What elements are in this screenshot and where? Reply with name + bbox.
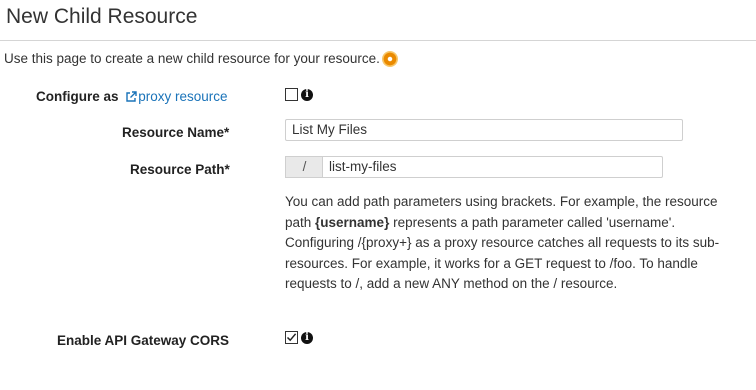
proxy-checkbox[interactable] bbox=[285, 88, 298, 101]
proxy-label-prefix: Configure as bbox=[36, 89, 123, 104]
external-link-icon bbox=[126, 91, 137, 102]
proxy-label: Configure as proxy resource bbox=[36, 89, 228, 104]
resource-name-label: Resource Name* bbox=[122, 125, 230, 140]
proxy-resource-link[interactable]: proxy resource bbox=[122, 89, 228, 104]
checkmark-icon bbox=[286, 333, 297, 342]
resource-path-prefix: / bbox=[285, 156, 323, 178]
intro-text-row: Use this page to create a new child reso… bbox=[4, 51, 397, 66]
page-title: New Child Resource bbox=[6, 5, 198, 28]
cors-checkbox[interactable] bbox=[285, 331, 298, 344]
help-dot-icon[interactable] bbox=[382, 51, 397, 66]
proxy-info-icon[interactable]: i bbox=[301, 89, 313, 101]
title-divider bbox=[0, 40, 756, 41]
resource-name-input[interactable]: List My Files bbox=[285, 119, 683, 141]
help-text-param: {username} bbox=[315, 214, 390, 230]
intro-text: Use this page to create a new child reso… bbox=[4, 51, 380, 66]
resource-path-label: Resource Path* bbox=[130, 162, 230, 177]
cors-label: Enable API Gateway CORS bbox=[57, 333, 230, 348]
cors-info-icon[interactable]: i bbox=[301, 332, 313, 344]
resource-path-help-text: You can add path parameters using bracke… bbox=[285, 192, 740, 295]
resource-path-input[interactable]: list-my-files bbox=[322, 156, 663, 178]
proxy-resource-link-text: proxy resource bbox=[138, 89, 228, 104]
